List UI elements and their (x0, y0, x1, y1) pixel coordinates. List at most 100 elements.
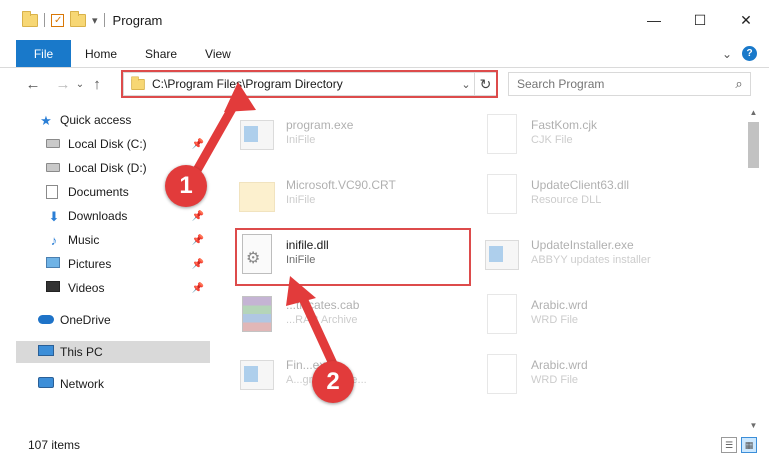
file-item[interactable]: ...tificates.cab ...RAR Archive (236, 288, 476, 344)
file-type: ...RAR Archive (286, 314, 358, 326)
quick-access-toolbar: ✓ ▾ (0, 10, 105, 27)
sidebar-item-downloads[interactable]: ⬇ Downloads 📌 (46, 205, 210, 227)
expand-ribbon-icon[interactable]: ⌄ (722, 47, 732, 61)
sidebar-item-label: Quick access (60, 113, 132, 127)
file-name: Arabic.wrd (531, 298, 588, 312)
file-type: WRD File (531, 374, 579, 386)
videos-icon (46, 281, 60, 292)
pin-icon[interactable]: 📌 (192, 259, 204, 270)
sidebar-item-label: Documents (68, 185, 129, 199)
sidebar-item-label: Music (68, 233, 100, 247)
sidebar-item-label: Videos (68, 281, 105, 295)
file-name: UpdateClient63.dll (531, 178, 630, 192)
file-type: IniFile (286, 194, 316, 206)
back-button[interactable]: ← (22, 76, 44, 93)
minimize-button[interactable]: — (631, 0, 677, 40)
sidebar-item-label: This PC (60, 345, 103, 359)
file-item[interactable]: UpdateClient63.dll Resource DLL (481, 168, 721, 224)
drive-icon (46, 139, 60, 148)
pin-icon[interactable]: 📌 (192, 211, 204, 222)
navigation-pane: ★ Quick access Local Disk (C:) 📌 Local D… (16, 104, 210, 434)
onedrive-icon (38, 315, 54, 324)
file-type: WRD File (531, 314, 579, 326)
vertical-scrollbar[interactable]: ▲ ▼ (745, 104, 762, 434)
up-button[interactable]: ↑ (86, 76, 108, 93)
file-type: Resource DLL (531, 194, 602, 206)
tab-share[interactable]: Share (131, 40, 191, 67)
toolbar-separator (103, 13, 105, 27)
pin-icon[interactable]: 📌 (192, 283, 204, 294)
title-bar: ✓ ▾ Program — ☐ ✕ (0, 0, 769, 40)
folder-icon (236, 172, 278, 216)
file-item[interactable]: FastKom.cjk CJK File (481, 108, 721, 164)
star-icon: ★ (40, 113, 52, 128)
sidebar-item-label: OneDrive (60, 313, 111, 327)
sidebar-item-this-pc[interactable]: This PC (16, 341, 210, 363)
document-icon (481, 112, 523, 156)
network-icon (38, 377, 54, 388)
new-folder-icon[interactable] (70, 10, 86, 27)
file-name: Microsoft.VC90.CRT (286, 178, 396, 192)
archive-icon (236, 292, 278, 336)
file-type: CJK File (531, 134, 573, 146)
forward-button[interactable]: → (52, 76, 74, 93)
drive-icon (46, 163, 60, 172)
exe-icon (236, 352, 278, 396)
window-title: Program (112, 12, 163, 28)
file-name: ...tificates.cab (286, 298, 360, 312)
sidebar-item-music[interactable]: ♪ Music 📌 (46, 229, 210, 251)
sidebar-item-local-disk-c[interactable]: Local Disk (C:) 📌 (46, 133, 210, 155)
details-view-icon[interactable]: ☰ (721, 437, 737, 453)
scroll-up-button[interactable]: ▲ (745, 104, 762, 121)
file-name: Arabic.wrd (531, 358, 588, 372)
view-switcher: ☰ ▦ (721, 437, 757, 453)
tab-view[interactable]: View (191, 40, 245, 67)
file-item[interactable]: program.exe IniFile (236, 108, 476, 164)
file-name: FastKom.cjk (531, 118, 598, 132)
music-icon: ♪ (50, 233, 58, 248)
ribbon-right-controls: ⌄ ? (722, 46, 757, 61)
folder-icon[interactable] (22, 10, 38, 27)
file-item[interactable]: Arabic.wrd WRD File (481, 288, 721, 344)
sidebar-item-pictures[interactable]: Pictures 📌 (46, 253, 210, 275)
sidebar-item-network[interactable]: Network (38, 373, 210, 395)
properties-icon[interactable]: ✓ (51, 13, 64, 27)
sidebar-item-label: Network (60, 377, 105, 391)
close-button[interactable]: ✕ (723, 0, 769, 40)
pin-icon[interactable]: 📌 (192, 139, 204, 150)
customize-toolbar-icon[interactable]: ▾ (92, 14, 98, 27)
search-box[interactable]: ⌕ (508, 72, 751, 96)
sidebar-item-videos[interactable]: Videos 📌 (46, 277, 210, 299)
help-icon[interactable]: ? (742, 46, 757, 61)
search-input[interactable] (517, 77, 728, 91)
file-item[interactable]: Microsoft.VC90.CRT IniFile (236, 168, 476, 224)
file-item[interactable]: Arabic.wrd WRD File (481, 348, 721, 404)
file-name: UpdateInstaller.exe (531, 238, 634, 252)
scroll-down-button[interactable]: ▼ (745, 417, 762, 434)
pictures-icon (46, 257, 60, 268)
exe-icon (481, 232, 523, 276)
sidebar-item-label: Local Disk (C:) (68, 137, 147, 151)
file-item[interactable]: Fin...exeA...ground exe... (236, 348, 476, 404)
document-icon (481, 352, 523, 396)
this-pc-icon (38, 345, 54, 356)
exe-icon (236, 112, 278, 156)
tab-file[interactable]: File (16, 40, 71, 67)
maximize-button[interactable]: ☐ (677, 0, 723, 40)
sidebar-item-quick-access[interactable]: ★ Quick access (38, 109, 210, 131)
step-badge-1: 1 (165, 165, 207, 207)
tab-home[interactable]: Home (71, 40, 131, 67)
search-icon[interactable]: ⌕ (728, 76, 750, 92)
scroll-thumb[interactable] (748, 122, 759, 168)
ribbon-tabs: File Home Share View ⌄ ? (0, 40, 769, 68)
document-icon (481, 292, 523, 336)
sidebar-item-label: Local Disk (D:) (68, 161, 147, 175)
recent-locations-button[interactable]: ⌄ (74, 79, 86, 90)
large-icons-view-icon[interactable]: ▦ (741, 437, 757, 453)
pin-icon[interactable]: 📌 (192, 235, 204, 246)
file-item[interactable]: UpdateInstaller.exe ABBYY updates install… (481, 228, 721, 284)
window-controls: — ☐ ✕ (631, 0, 769, 40)
sidebar-item-onedrive[interactable]: OneDrive (38, 309, 210, 331)
documents-icon (46, 185, 58, 199)
status-bar: 107 items ☰ ▦ (0, 434, 769, 456)
